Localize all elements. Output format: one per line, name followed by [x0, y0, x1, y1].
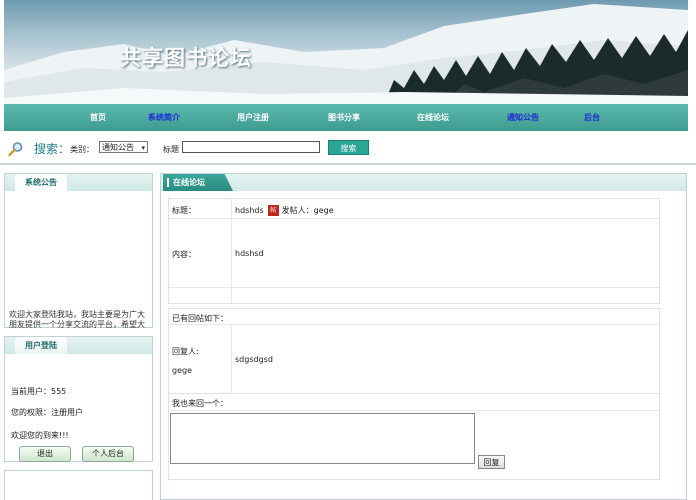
search-label: 搜索：: [34, 142, 71, 156]
title-label: 标题: [163, 145, 179, 154]
notice-panel-title: 系统公告: [15, 174, 67, 191]
lower-side-panel: [4, 470, 153, 500]
forum-tab: 在线论坛: [163, 174, 233, 191]
forum-header: 在线论坛: [161, 174, 686, 191]
welcome-text: 欢迎您的到来!!!: [11, 431, 69, 440]
post-title-value: hdshds: [235, 206, 264, 215]
poster-name: gege: [313, 206, 334, 215]
chevron-down-icon: ▾: [141, 144, 145, 152]
post-detail-table: 标题： hdshds 帖发帖人：gege 内容： hdshsd: [168, 198, 660, 304]
snow-mountain-landscape: [4, 4, 688, 104]
post-title-row: hdshds 帖发帖人：gege: [235, 205, 334, 216]
category-select[interactable]: 通知公告 ▾: [99, 141, 148, 153]
post-title-label: 标题：: [172, 206, 196, 215]
poster-badge-icon: 帖: [267, 205, 279, 216]
search-magnifier-icon: [8, 142, 23, 157]
current-user-text: 当前用户：555: [11, 387, 67, 396]
reply-textarea[interactable]: [170, 413, 475, 464]
main-nav: 首页 系统简介 用户注册 图书分享 在线论坛 通知公告 后台: [4, 104, 688, 131]
poster-label: 发帖人：: [281, 206, 314, 215]
site-title: 共享图书论坛: [120, 46, 252, 70]
user-login-panel: 用户登陆 当前用户：555 您的权限：注册用户 欢迎您的到来!!! 退出 个人后…: [4, 336, 153, 462]
replier-name: gege: [172, 366, 192, 375]
nav-forum[interactable]: 在线论坛: [417, 112, 449, 123]
category-label: 类别：: [70, 145, 94, 154]
notice-panel: 系统公告 欢迎大家登陆我站，我站主要是为广大朋友提供一个分享交流的平台，希望大家…: [4, 173, 153, 328]
nav-book-share[interactable]: 图书分享: [328, 112, 360, 123]
permission-text: 您的权限：注册用户: [11, 408, 83, 417]
nav-notices[interactable]: 通知公告: [507, 112, 539, 123]
replier-label: 回复人:: [172, 347, 199, 356]
post-content-label: 内容：: [172, 250, 196, 259]
site-banner: 共享图书论坛: [4, 0, 688, 104]
notice-scroll-text: 欢迎大家登陆我站，我站主要是为广大朋友提供一个分享交流的平台，希望大家喜欢: [9, 310, 145, 328]
my-reply-label: 我也来回一个：: [172, 399, 228, 408]
notice-panel-header: 系统公告: [5, 174, 152, 191]
title-search-input[interactable]: [182, 141, 320, 153]
category-select-value: 通知公告: [102, 143, 134, 152]
post-content-value: hdshsd: [235, 249, 264, 258]
reply-content: sdgsdgsd: [235, 355, 273, 364]
forum-main-panel: 在线论坛 标题： hdshds 帖发帖人：gege 内容： hdshsd 已有回帖…: [160, 173, 687, 500]
replies-table: 已有回帖如下： 回复人: gege sdgsdgsd: [168, 308, 660, 394]
nav-home[interactable]: 首页: [90, 112, 106, 123]
login-panel-title: 用户登陆: [15, 337, 67, 354]
replies-heading: 已有回帖如下：: [172, 314, 228, 323]
login-panel-header: 用户登陆: [5, 337, 152, 354]
nav-about[interactable]: 系统简介: [148, 112, 180, 123]
personal-backend-button[interactable]: 个人后台: [82, 446, 134, 462]
nav-backend[interactable]: 后台: [584, 112, 600, 123]
nav-register[interactable]: 用户注册: [237, 112, 269, 123]
search-bar: 搜索： 类别： 通知公告 ▾ 标题 搜索: [0, 131, 696, 165]
logout-button[interactable]: 退出: [19, 446, 71, 462]
reply-submit-button[interactable]: 回复: [478, 455, 505, 469]
search-button[interactable]: 搜索: [328, 140, 369, 155]
